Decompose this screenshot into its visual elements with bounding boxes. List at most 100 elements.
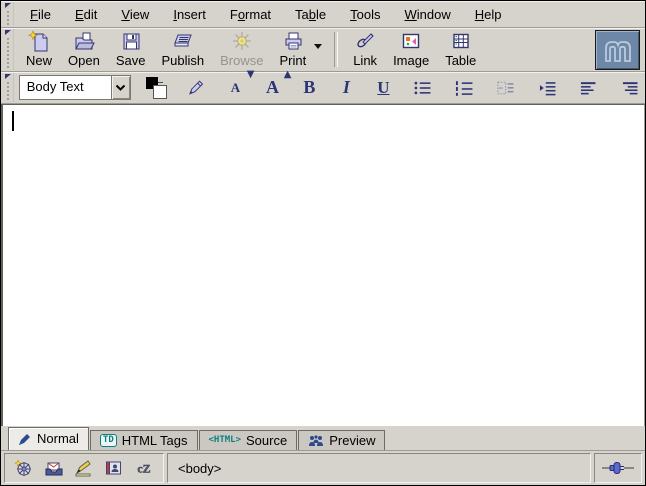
- chatzilla-glyph: cZ: [137, 462, 150, 476]
- align-right-button[interactable]: [617, 75, 643, 101]
- italic-button[interactable]: I: [335, 75, 357, 101]
- mozilla-m-logo: [601, 34, 635, 66]
- address-book-button[interactable]: [104, 459, 123, 477]
- mail-icon: [44, 459, 63, 477]
- button-label: New: [26, 53, 52, 68]
- menu-help[interactable]: Help: [463, 4, 514, 25]
- increase-font-size-button[interactable]: A ▲: [261, 75, 283, 101]
- arrow-down-icon: ▼: [247, 69, 255, 80]
- tab-label: Normal: [37, 431, 79, 446]
- navigator-button[interactable]: [14, 459, 33, 477]
- tab-label: Preview: [329, 433, 375, 448]
- text-color-picker[interactable]: [145, 76, 167, 99]
- edit-mode-tabbar: Normal TD HTML Tags <HTML> Source Previe…: [1, 426, 645, 451]
- tab-preview[interactable]: Preview: [298, 430, 385, 450]
- button-label: Browse: [220, 53, 263, 68]
- menu-edit[interactable]: Edit: [63, 4, 109, 25]
- document-edit-area[interactable]: [1, 104, 645, 426]
- larger-a-glyph: A: [266, 77, 279, 98]
- statusbar: cZ <body>: [1, 451, 645, 485]
- image-button[interactable]: Image: [385, 28, 437, 71]
- new-button[interactable]: New: [18, 28, 60, 71]
- publish-button[interactable]: Publish: [153, 28, 212, 71]
- menubar: File Edit View Insert Format Table Tools…: [1, 1, 645, 28]
- button-label: Save: [116, 53, 146, 68]
- open-button[interactable]: Open: [60, 28, 108, 71]
- print-icon: [281, 30, 305, 52]
- mozilla-logo-button[interactable]: [595, 30, 640, 70]
- tab-source[interactable]: <HTML> Source: [199, 430, 298, 450]
- button-label: Open: [68, 53, 100, 68]
- toolbar-grippy[interactable]: [5, 73, 14, 102]
- tab-label: HTML Tags: [122, 433, 188, 448]
- toolbar-grippy[interactable]: [5, 2, 14, 26]
- button-label: Print: [279, 53, 306, 68]
- menu-view[interactable]: View: [109, 4, 161, 25]
- paragraph-format-value: Body Text: [20, 76, 111, 99]
- publish-icon: [171, 30, 195, 52]
- open-folder-icon: [73, 30, 95, 52]
- text-caret: [12, 111, 14, 131]
- browse-button[interactable]: Browse: [212, 28, 271, 71]
- chevron-down-icon: [115, 84, 126, 92]
- paragraph-format-dropdown-button[interactable]: [111, 76, 130, 99]
- html-source-icon: <HTML>: [209, 435, 242, 446]
- chatzilla-button[interactable]: cZ: [134, 459, 154, 477]
- browse-icon: [231, 30, 253, 52]
- bullet-list-button[interactable]: [409, 75, 435, 101]
- menu-table[interactable]: Table: [283, 4, 338, 25]
- background-color-swatch[interactable]: [153, 85, 167, 99]
- menu-window[interactable]: Window: [393, 4, 463, 25]
- print-dropdown-arrow[interactable]: [314, 44, 322, 53]
- paragraph-format-select[interactable]: Body Text: [19, 75, 131, 100]
- mail-button[interactable]: [44, 459, 63, 477]
- online-status-panel: [594, 453, 642, 483]
- print-button-group: Print: [271, 28, 327, 71]
- print-button[interactable]: Print: [271, 28, 314, 71]
- element-path[interactable]: <body>: [178, 461, 221, 476]
- bold-button[interactable]: B: [298, 75, 320, 101]
- format-toolbar: Body Text A ▼ A ▲ B: [1, 72, 645, 104]
- outdent-icon: [496, 79, 514, 97]
- toolbar-separator: [334, 32, 338, 67]
- save-floppy-icon: [120, 30, 142, 52]
- highlight-pen-icon: [186, 78, 205, 98]
- composer-window: File Edit View Insert Format Table Tools…: [0, 0, 646, 486]
- button-label: Publish: [161, 53, 204, 68]
- new-page-icon: [28, 30, 50, 52]
- align-left-icon: [579, 79, 597, 97]
- numbered-list-button[interactable]: [451, 75, 477, 101]
- online-plug-icon[interactable]: [601, 461, 635, 475]
- link-button[interactable]: Link: [345, 28, 385, 71]
- outdent-button[interactable]: [492, 75, 518, 101]
- menu-format[interactable]: Format: [218, 4, 283, 25]
- image-icon: [400, 30, 422, 52]
- menu-file[interactable]: File: [18, 4, 63, 25]
- align-left-button[interactable]: [575, 75, 601, 101]
- normal-pen-icon: [18, 432, 32, 446]
- menu-insert[interactable]: Insert: [161, 4, 218, 25]
- composer-pen-icon: [74, 459, 93, 477]
- numbered-list-icon: [455, 79, 473, 97]
- menu-tools[interactable]: Tools: [338, 4, 392, 25]
- save-button[interactable]: Save: [108, 28, 154, 71]
- highlight-color-button[interactable]: [182, 75, 209, 101]
- arrow-up-icon: ▲: [284, 69, 292, 80]
- main-toolbar: New Open Save Pub: [1, 28, 645, 72]
- toolbar-grippy[interactable]: [5, 29, 14, 70]
- composer-button[interactable]: [74, 459, 93, 477]
- indent-button[interactable]: [534, 75, 560, 101]
- decrease-font-size-button[interactable]: A ▼: [224, 75, 246, 101]
- button-label: Image: [393, 53, 429, 68]
- table-button[interactable]: Table: [437, 28, 484, 71]
- tab-html-tags[interactable]: TD HTML Tags: [90, 430, 198, 450]
- link-icon: [354, 30, 376, 52]
- bullet-list-icon: [413, 79, 431, 97]
- table-icon: [450, 30, 472, 52]
- chatzilla-icon: cZ: [134, 459, 154, 477]
- indent-icon: [538, 79, 556, 97]
- element-path-panel: <body>: [167, 453, 591, 483]
- button-label: Table: [445, 53, 476, 68]
- tab-normal[interactable]: Normal: [8, 427, 89, 450]
- underline-button[interactable]: U: [372, 75, 394, 101]
